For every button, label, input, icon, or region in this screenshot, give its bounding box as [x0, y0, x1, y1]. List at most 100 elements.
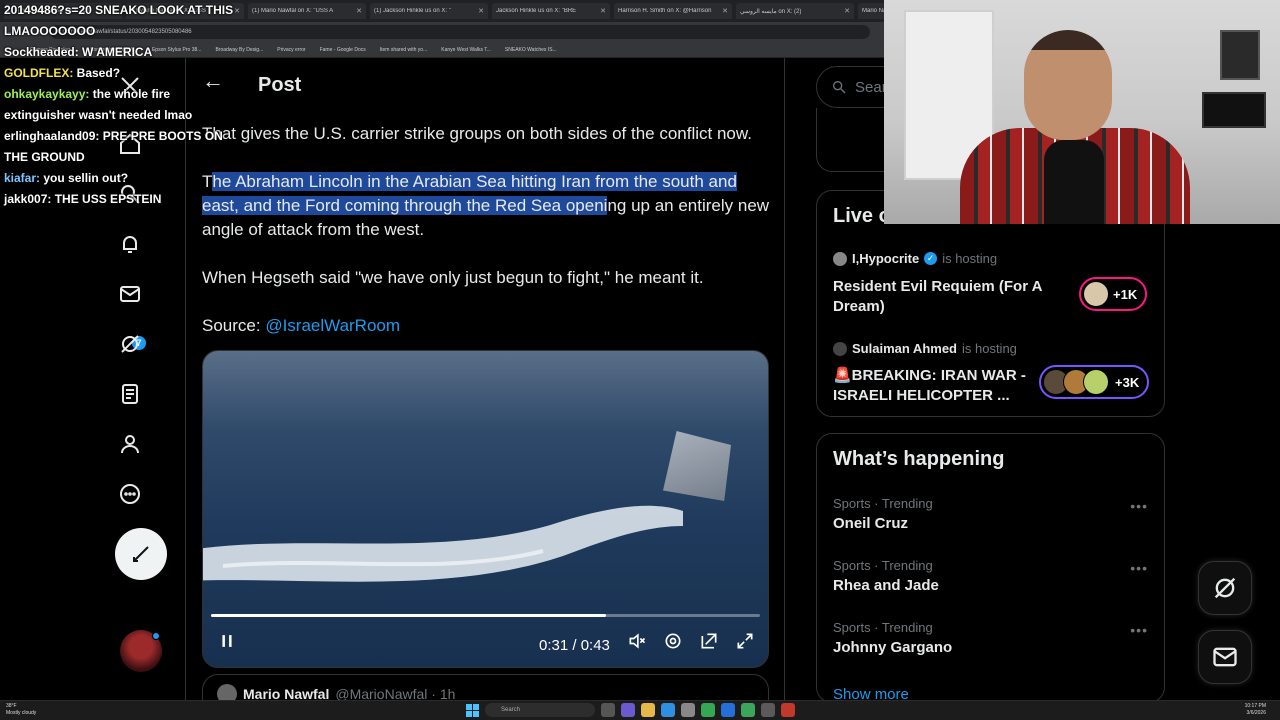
account-avatar[interactable]: [120, 630, 162, 672]
grok-icon[interactable]: [116, 330, 144, 358]
feather-icon: [133, 546, 149, 562]
close-tab-icon[interactable]: ✕: [478, 7, 484, 15]
close-tab-icon[interactable]: ✕: [844, 7, 850, 15]
whats-happening-panel: What’s happening Sports · Trending Oneil…: [816, 433, 1165, 703]
grok-icon: [1214, 577, 1236, 599]
person-head-image: [1024, 30, 1112, 140]
trend-more-icon[interactable]: •••: [1130, 560, 1148, 576]
chat-text: THE GROUND: [4, 150, 85, 164]
chat-message: 20149486?s=20 SNEAKO LOOK AT THIS: [4, 0, 264, 21]
quoted-author-handle: @MarioNawfal · 1h: [335, 686, 456, 700]
monitor-image: [1202, 92, 1266, 128]
weather-widget[interactable]: 38°F Mostly cloudy: [6, 703, 36, 717]
fullscreen-icon[interactable]: [735, 631, 755, 656]
chat-text: Based?: [76, 66, 121, 80]
grok-floating-button[interactable]: [1198, 561, 1252, 615]
taskbar-apps: Search: [466, 703, 795, 717]
space-listeners-pill[interactable]: +1K: [1079, 277, 1148, 311]
browser-tab[interactable]: Jackson Hinkle us on X: "BRE ✕: [492, 3, 610, 19]
video-time: 0:31 / 0:43: [539, 637, 610, 654]
chat-text: PRE PRE BOOTS ON: [102, 129, 223, 143]
chat-username: erlinghaaland09:: [4, 129, 100, 143]
close-tab-icon[interactable]: ✕: [356, 7, 362, 15]
chrome-icon[interactable]: [701, 703, 715, 717]
chat-text: the whole fire: [92, 87, 171, 101]
trend-more-icon[interactable]: •••: [1130, 498, 1148, 514]
verified-badge-icon: ✓: [924, 252, 938, 265]
space-listeners-pill[interactable]: +3K: [1039, 365, 1150, 399]
windows-start-icon[interactable]: [466, 703, 479, 717]
copilot-icon[interactable]: [621, 703, 635, 717]
tweet-source: Source: @IsraelWarRoom: [202, 316, 401, 335]
app-icon[interactable]: [761, 703, 775, 717]
lists-icon[interactable]: [116, 380, 144, 408]
status-dot: [152, 632, 160, 640]
trend-name[interactable]: Oneil Cruz: [833, 515, 908, 532]
chat-text: LMAOOOOOOO: [4, 24, 96, 38]
more-options-icon[interactable]: [116, 480, 144, 508]
tweet-paragraph: The Abraham Lincoln in the Arabian Sea h…: [202, 172, 770, 239]
avatar: [833, 251, 847, 266]
browser-tab[interactable]: (1) Mario Nawfal on X: "USS A ✕: [248, 3, 366, 19]
avatar: [1083, 281, 1109, 307]
close-tab-icon[interactable]: ✕: [722, 7, 728, 15]
trend-name[interactable]: Rhea and Jade: [833, 577, 939, 594]
tweet-text-line: That gives the U.S. carrier strike group…: [202, 124, 752, 143]
chat-username: Sockheaded:: [4, 45, 79, 59]
mute-icon[interactable]: [627, 631, 647, 656]
trend-more-icon[interactable]: •••: [1130, 622, 1148, 638]
bookmark-item[interactable]: SNEAKO Watches IS...: [505, 47, 557, 53]
chat-text: THE USS EPSTEIN: [54, 192, 162, 206]
task-view-icon[interactable]: [601, 703, 615, 717]
app-icon[interactable]: [721, 703, 735, 717]
profile-icon[interactable]: [116, 430, 144, 458]
trend-name[interactable]: Johnny Gargano: [833, 639, 952, 656]
video-progress-bar[interactable]: [211, 614, 760, 617]
chat-message: kiafar: you sellin out?: [4, 168, 264, 189]
whats-happening-title: What’s happening: [833, 448, 1005, 470]
bookmark-item[interactable]: Privacy error: [277, 47, 305, 53]
xbox-icon[interactable]: [741, 703, 755, 717]
messages-envelope-icon[interactable]: [116, 280, 144, 308]
space-host-row[interactable]: I,Hypocrite ✓ is hosting: [833, 251, 997, 266]
store-icon[interactable]: [681, 703, 695, 717]
quoted-post-preview[interactable]: Mario Nawfal @MarioNawfal · 1h: [202, 674, 769, 700]
browser-tab[interactable]: Harrison H. Smith on X: @Harrison ✕: [614, 3, 732, 19]
ship-wake-image: [203, 505, 683, 582]
avatar: [833, 341, 847, 356]
system-clock[interactable]: 10:17 PM 3/6/2026: [1245, 703, 1266, 717]
video-player[interactable]: 0:31 / 0:43: [202, 350, 769, 668]
chat-text: you sellin out?: [43, 171, 129, 185]
browser-tab[interactable]: (1) Jackson Hinkle us on X: " ✕: [370, 3, 488, 19]
trend-meta: Sports · Trending: [833, 620, 933, 635]
messages-floating-button[interactable]: [1198, 630, 1252, 684]
taskbar-search[interactable]: Search: [485, 703, 595, 717]
space-title[interactable]: Resident Evil Requiem (For A Dream): [833, 277, 1053, 317]
app-icon[interactable]: [781, 703, 795, 717]
quoted-author-name: Mario Nawfal: [243, 686, 330, 700]
compose-post-button[interactable]: [115, 528, 167, 580]
trend-meta: Sports · Trending: [833, 496, 933, 511]
space-title[interactable]: 🚨BREAKING: IRAN WAR - ISRAELI HELICOPTER…: [833, 366, 1053, 406]
aircraft-carrier-image: [663, 431, 731, 501]
notifications-bell-icon[interactable]: [116, 230, 144, 258]
file-explorer-icon[interactable]: [641, 703, 655, 717]
main-column: ← Post That gives the U.S. carrier strik…: [186, 58, 785, 700]
bookmark-item[interactable]: Fame - Google Docs: [320, 47, 366, 53]
chat-message: LMAOOOOOOO: [4, 21, 264, 42]
pause-icon[interactable]: [217, 631, 237, 656]
close-tab-icon[interactable]: ✕: [600, 7, 606, 15]
browser-tab[interactable]: مايسه الروسي on X: (2) ✕: [736, 3, 854, 19]
mention-link[interactable]: @IsraelWarRoom: [265, 316, 400, 335]
picture-in-picture-icon[interactable]: [699, 631, 719, 656]
bookmark-item[interactable]: Kanye West Walks T...: [441, 47, 491, 53]
edge-icon[interactable]: [661, 703, 675, 717]
live-spaces-panel: Live o I,Hypocrite ✓ is hosting Resident…: [816, 190, 1165, 417]
trend-meta: Sports · Trending: [833, 558, 933, 573]
chat-message: extinguisher wasn't needed lmao: [4, 105, 264, 126]
settings-gear-icon[interactable]: [663, 631, 683, 656]
bookmark-item[interactable]: Item shared with yo...: [380, 47, 428, 53]
avatar: [1083, 369, 1109, 395]
person-shirt-image: [1044, 140, 1104, 224]
space-host-row[interactable]: Sulaiman Ahmed is hosting: [833, 341, 1017, 356]
